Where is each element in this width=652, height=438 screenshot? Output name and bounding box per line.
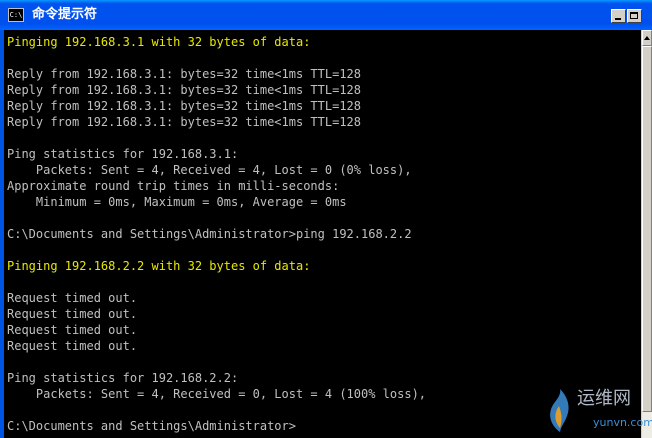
console-line: Request timed out. — [7, 339, 138, 353]
console-line: Packets: Sent = 4, Received = 0, Lost = … — [7, 387, 427, 401]
console-line: C:\Documents and Settings\Administrator> — [7, 419, 296, 433]
title-bar[interactable]: C:\ 命令提示符 — [0, 0, 652, 30]
console-line: Request timed out. — [7, 291, 138, 305]
console-line: Pinging 192.168.3.1 with 32 bytes of dat… — [7, 35, 311, 49]
console-line: Reply from 192.168.3.1: bytes=32 time<1m… — [7, 67, 362, 81]
scroll-thumb[interactable] — [642, 46, 652, 412]
console-line: Approximate round trip times in milli-se… — [7, 179, 340, 193]
console-line: Minimum = 0ms, Maximum = 0ms, Average = … — [7, 195, 347, 209]
cmd-icon[interactable]: C:\ — [8, 8, 24, 22]
minimize-icon — [615, 18, 621, 20]
scroll-up-button[interactable] — [642, 30, 652, 46]
console-line: Packets: Sent = 4, Received = 4, Lost = … — [7, 163, 412, 177]
maximize-button[interactable] — [627, 9, 642, 23]
console-line: Request timed out. — [7, 323, 138, 337]
window-title: 命令提示符 — [32, 7, 98, 22]
console-line: Reply from 192.168.3.1: bytes=32 time<1m… — [7, 115, 362, 129]
console-line: Request timed out. — [7, 307, 138, 321]
console-line: C:\Documents and Settings\Administrator>… — [7, 227, 412, 241]
watermark-swirl-icon — [550, 389, 569, 432]
console-line: Ping statistics for 192.168.2.2: — [7, 371, 239, 385]
console-line: Reply from 192.168.3.1: bytes=32 time<1m… — [7, 99, 362, 113]
vertical-scrollbar[interactable] — [641, 30, 652, 438]
maximize-icon — [630, 12, 638, 19]
console-line: Pinging 192.168.2.2 with 32 bytes of dat… — [7, 259, 311, 273]
watermark-text: 运维网 — [577, 388, 631, 409]
console-line: Ping statistics for 192.168.3.1: — [7, 147, 239, 161]
minimize-button[interactable] — [611, 9, 626, 23]
watermark-subtext: yunvn.com — [593, 416, 652, 429]
watermark-logo: 运维网 yunvn.com — [545, 386, 652, 436]
console-line: Reply from 192.168.3.1: bytes=32 time<1m… — [7, 83, 362, 97]
console-output[interactable]: Pinging 192.168.3.1 with 32 bytes of dat… — [4, 30, 641, 438]
command-prompt-window: C:\ 命令提示符 Pinging 192.168.3.1 with 32 by… — [0, 0, 652, 438]
console-text: Pinging 192.168.3.1 with 32 bytes of dat… — [7, 34, 426, 434]
